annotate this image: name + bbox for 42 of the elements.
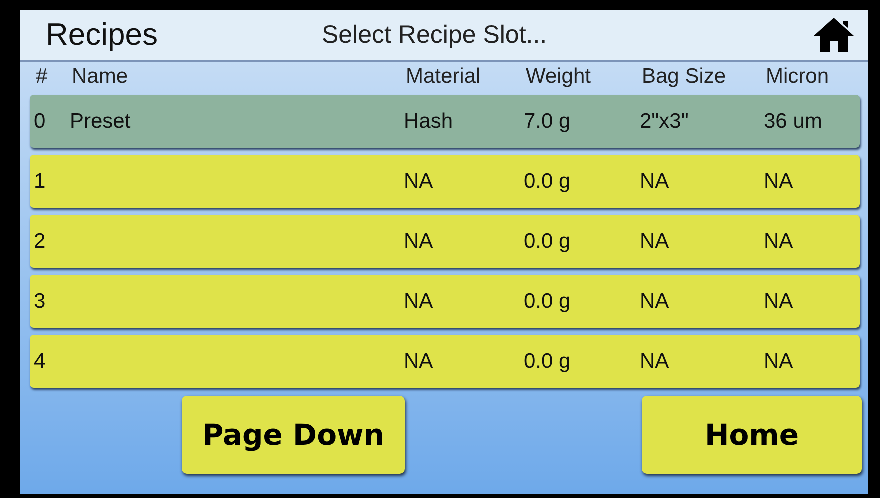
table-cell-text: NA (764, 290, 794, 314)
page-down-button[interactable]: Page Down (182, 396, 405, 474)
column-header: # (36, 65, 49, 89)
table-cell-text: NA (640, 350, 670, 374)
table-cell-text: 2 (34, 230, 47, 254)
home-button[interactable]: Home (642, 396, 862, 474)
table-cell-text: 7.0 g (524, 110, 572, 134)
column-header: Weight (526, 65, 592, 89)
table-cell-text: 36 um (764, 110, 824, 134)
column-header: Name (72, 65, 130, 89)
column-header: Material (406, 65, 482, 89)
table-cell-text: 1 (34, 170, 47, 194)
table-cell-text: NA (404, 170, 434, 194)
table-cell-text: NA (640, 230, 670, 254)
table-cell-text: NA (404, 290, 434, 314)
table-cell-text: 0 (34, 110, 47, 134)
table-cell-text: NA (764, 170, 794, 194)
table-cell-text: NA (764, 230, 794, 254)
table-cell-text: NA (404, 350, 434, 374)
recipe-row[interactable]: 2 NA 0.0 g NA NA (30, 215, 860, 268)
table-cell-text: Hash (404, 110, 454, 134)
table-cell-text: 3 (34, 290, 47, 314)
table-cell-text: 0.0 g (524, 170, 572, 194)
screen-title: Recipes (46, 17, 159, 53)
table-cell-text: NA (640, 170, 670, 194)
column-header: Bag Size (642, 65, 728, 89)
table-cell-text: 0.0 g (524, 230, 572, 254)
table-cell-text: NA (404, 230, 434, 254)
recipe-row[interactable]: 1 NA 0.0 g NA NA (30, 155, 860, 208)
home-icon[interactable] (812, 16, 856, 54)
column-header: Micron (766, 65, 830, 89)
recipe-row[interactable]: 3 NA 0.0 g NA NA (30, 275, 860, 328)
recipe-row[interactable]: 4 NA 0.0 g NA NA (30, 335, 860, 388)
recipe-row[interactable]: 0 Preset Hash 7.0 g 2"x3" 36 um (30, 95, 860, 148)
table-cell-text: 4 (34, 350, 47, 374)
table-cell-text: 0.0 g (524, 350, 572, 374)
table-cell-text: NA (764, 350, 794, 374)
table-cell-text: 0.0 g (524, 290, 572, 314)
table-cell-text: NA (640, 290, 670, 314)
screen-subtitle: Select Recipe Slot... (322, 20, 548, 50)
table-cell-text: 2"x3" (640, 110, 690, 134)
table-cell-text: Preset (70, 110, 132, 134)
